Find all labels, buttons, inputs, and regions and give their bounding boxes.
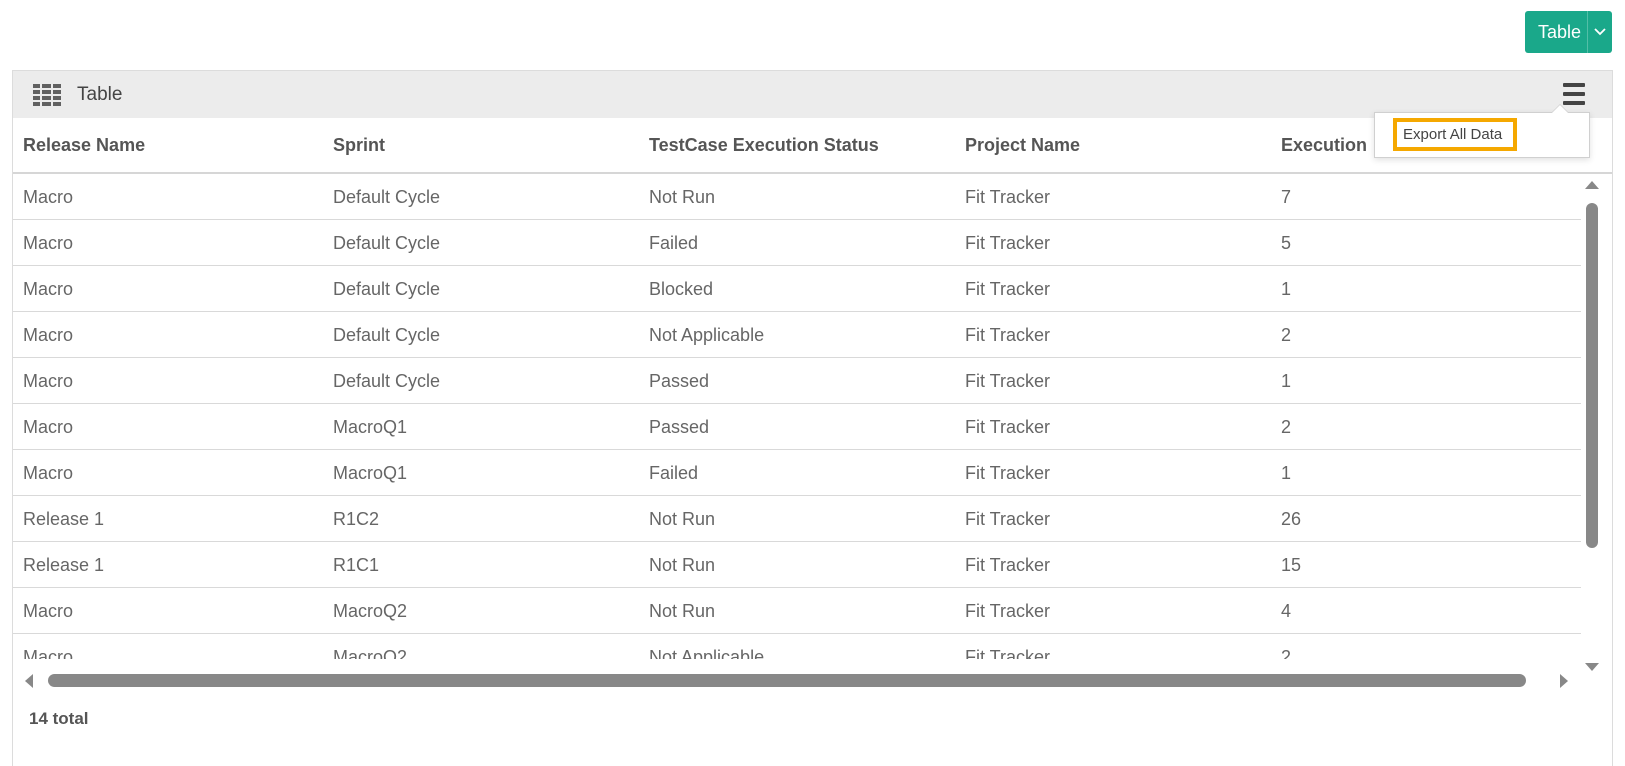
cell-project-name: Fit Tracker [965, 371, 1051, 391]
cell-execution: 15 [1281, 555, 1302, 575]
view-toggle-label: Table [1538, 21, 1582, 42]
cell-status: Not Applicable [649, 325, 765, 345]
horizontal-scroll-thumb[interactable] [48, 674, 1526, 687]
cell-execution: 1 [1281, 279, 1292, 299]
cell-project-name: Fit Tracker [965, 417, 1051, 437]
chevron-down-icon[interactable] [1587, 11, 1612, 53]
cell-status: Failed [649, 233, 699, 253]
cell-sprint: Default Cycle [333, 187, 441, 207]
cell-project-name: Fit Tracker [965, 187, 1051, 207]
export-menu-popup: Export All Data [1374, 104, 1590, 158]
table-row[interactable]: Macro Default Cycle Failed Fit Tracker 5 [13, 220, 1581, 266]
cell-project-name: Fit Tracker [965, 647, 1051, 659]
cell-status: Passed [649, 371, 710, 391]
cell-status: Not Run [649, 187, 716, 207]
cell-release-name: Macro [23, 647, 74, 659]
vertical-scrollbar[interactable] [1583, 181, 1601, 671]
cell-sprint: Default Cycle [333, 325, 441, 345]
cell-release-name: Release 1 [23, 555, 105, 575]
cell-project-name: Fit Tracker [965, 555, 1051, 575]
cell-execution: 1 [1281, 371, 1292, 391]
table-row[interactable]: Macro Default Cycle Blocked Fit Tracker … [13, 266, 1581, 312]
cell-sprint: MacroQ1 [333, 417, 408, 437]
table-row[interactable]: Macro Default Cycle Not Run Fit Tracker … [13, 174, 1581, 220]
cell-project-name: Fit Tracker [965, 233, 1051, 253]
table-row[interactable]: Macro MacroQ1 Failed Fit Tracker 1 [13, 450, 1581, 496]
cell-release-name: Release 1 [23, 509, 105, 529]
cell-status: Not Run [649, 509, 716, 529]
table-row[interactable]: Release 1 R1C2 Not Run Fit Tracker 26 [13, 496, 1581, 542]
cell-status: Failed [649, 463, 699, 483]
cell-status: Not Run [649, 555, 716, 575]
table-row[interactable]: Macro MacroQ2 Not Run Fit Tracker 4 [13, 588, 1581, 634]
cell-sprint: Default Cycle [333, 371, 441, 391]
cell-sprint: R1C2 [333, 509, 380, 529]
table-icon [33, 83, 61, 106]
column-header-execution-status[interactable]: TestCase Execution Status [649, 118, 879, 172]
cell-release-name: Macro [23, 187, 74, 207]
cell-status: Not Run [649, 601, 716, 621]
panel-header: Table [13, 71, 1612, 118]
cell-sprint: Default Cycle [333, 279, 441, 299]
table-row[interactable]: Macro MacroQ1 Passed Fit Tracker 2 [13, 404, 1581, 450]
table-row[interactable]: Macro Default Cycle Not Applicable Fit T… [13, 312, 1581, 358]
cell-release-name: Macro [23, 279, 74, 299]
cell-project-name: Fit Tracker [965, 463, 1051, 483]
panel-title: Table [77, 83, 123, 105]
scroll-right-icon[interactable] [1560, 674, 1568, 688]
table-row[interactable]: Release 1 R1C1 Not Run Fit Tracker 15 [13, 542, 1581, 588]
table-header-row: Release Name Sprint TestCase Execution S… [13, 118, 1612, 174]
cell-execution: 26 [1281, 509, 1302, 529]
export-all-data-menu-item[interactable]: Export All Data [1393, 118, 1517, 151]
column-header-sprint[interactable]: Sprint [333, 118, 385, 172]
cell-execution: 4 [1281, 601, 1292, 621]
cell-project-name: Fit Tracker [965, 279, 1051, 299]
cell-release-name: Macro [23, 325, 74, 345]
cell-sprint: R1C1 [333, 555, 380, 575]
cell-sprint: MacroQ1 [333, 463, 408, 483]
cell-status: Blocked [649, 279, 714, 299]
table-row[interactable]: Macro MacroQ2 Not Applicable Fit Tracker… [13, 634, 1581, 659]
scroll-up-icon[interactable] [1585, 181, 1599, 189]
cell-status: Passed [649, 417, 710, 437]
cell-sprint: Default Cycle [333, 233, 441, 253]
scroll-down-icon[interactable] [1585, 663, 1599, 671]
cell-sprint: MacroQ2 [333, 601, 408, 621]
table-panel: Table Release Name Sprint TestCase Execu… [12, 70, 1613, 766]
column-header-execution[interactable]: Execution [1281, 118, 1367, 172]
column-header-project-name[interactable]: Project Name [965, 118, 1080, 172]
cell-release-name: Macro [23, 463, 74, 483]
cell-project-name: Fit Tracker [965, 601, 1051, 621]
view-toggle-button[interactable]: Table [1525, 11, 1612, 53]
cell-project-name: Fit Tracker [965, 509, 1051, 529]
cell-release-name: Macro [23, 371, 74, 391]
total-count: 14 total [29, 709, 89, 728]
cell-execution: 5 [1281, 233, 1292, 253]
cell-release-name: Macro [23, 233, 74, 253]
vertical-scroll-thumb[interactable] [1586, 203, 1598, 548]
cell-status: Not Applicable [649, 647, 765, 659]
cell-execution: 1 [1281, 463, 1292, 483]
cell-sprint: MacroQ2 [333, 647, 408, 659]
cell-execution: 2 [1281, 325, 1292, 345]
cell-release-name: Macro [23, 417, 74, 437]
cell-project-name: Fit Tracker [965, 325, 1051, 345]
cell-execution: 7 [1281, 187, 1292, 207]
table-body: Macro Default Cycle Not Run Fit Tracker … [13, 174, 1581, 659]
cell-execution: 2 [1281, 417, 1292, 437]
horizontal-scrollbar[interactable] [13, 671, 1581, 691]
cell-execution: 2 [1281, 647, 1292, 659]
column-header-release-name[interactable]: Release Name [23, 118, 145, 172]
hamburger-menu-icon[interactable] [1563, 83, 1585, 105]
table-row[interactable]: Macro Default Cycle Passed Fit Tracker 1 [13, 358, 1581, 404]
scroll-left-icon[interactable] [25, 674, 33, 688]
cell-release-name: Macro [23, 601, 74, 621]
